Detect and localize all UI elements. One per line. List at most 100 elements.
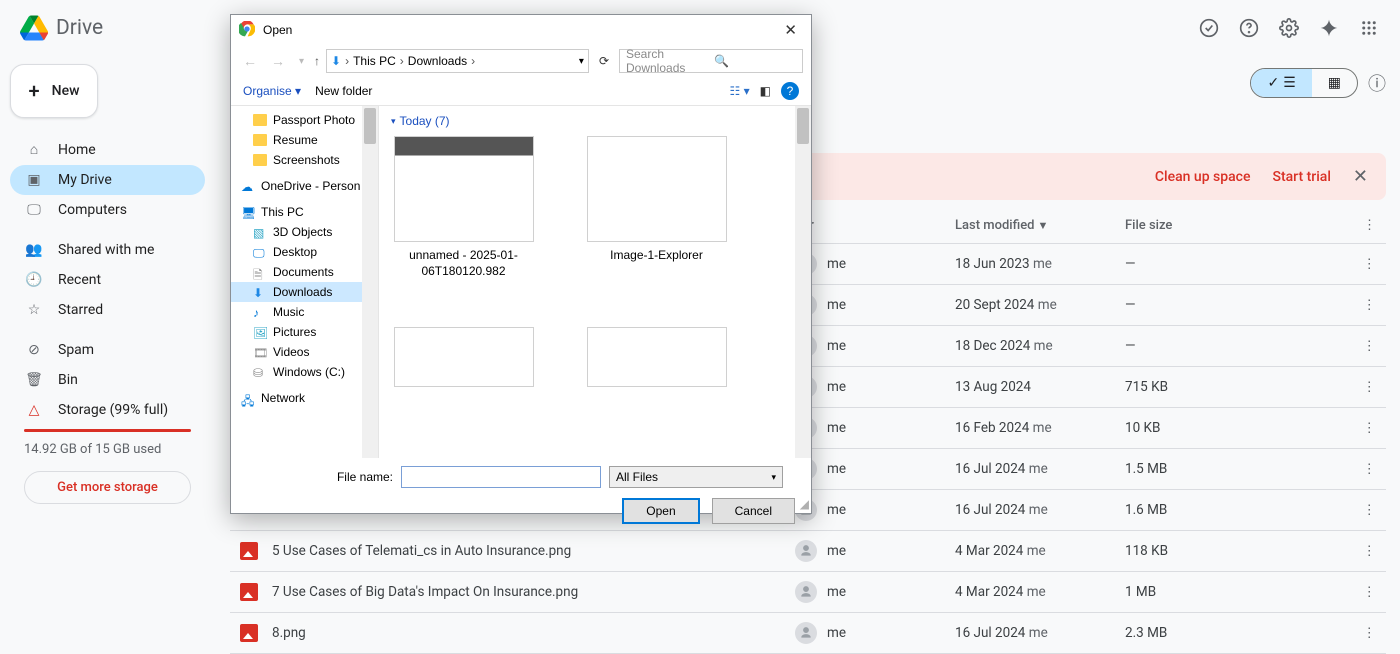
sidebar-item-spam[interactable]: ⊘Spam: [10, 335, 205, 365]
nav-up-button[interactable]: ↑: [314, 54, 320, 68]
tree-folder[interactable]: Screenshots: [231, 150, 378, 170]
tree-documents[interactable]: 🗎Documents: [231, 262, 378, 282]
row-menu-icon[interactable]: ⋮: [1346, 461, 1376, 477]
table-row[interactable]: 7 Use Cases of Big Data's Impact On Insu…: [230, 572, 1386, 613]
group-today[interactable]: ▾Today (7): [391, 114, 799, 128]
file-size: —: [1125, 297, 1346, 313]
tree-videos[interactable]: 🎞Videos: [231, 342, 378, 362]
check-icon: ✓: [1267, 75, 1279, 91]
row-menu-icon[interactable]: ⋮: [1346, 543, 1376, 559]
settings-icon[interactable]: [1278, 17, 1300, 39]
search-input[interactable]: Search Downloads 🔍: [619, 49, 803, 73]
file-thumb[interactable]: unnamed - 2025-01-06T180120.982: [391, 136, 536, 279]
col-modified[interactable]: Last modified▼: [955, 218, 1125, 233]
modified-date: 4 Mar 2024: [955, 543, 1023, 559]
view-toggle: ✓☰ ▦: [1250, 68, 1358, 98]
nav-forward-button[interactable]: →: [267, 53, 289, 69]
address-bar[interactable]: ⬇ › This PC › Downloads › ▾: [326, 49, 589, 73]
file-size: 1.6 MB: [1125, 502, 1346, 518]
owner-name: me: [827, 543, 846, 559]
view-mode-button[interactable]: ☷ ▾: [730, 84, 750, 98]
gemini-icon[interactable]: [1318, 17, 1340, 39]
path-seg-0[interactable]: This PC: [353, 54, 396, 68]
new-folder-button[interactable]: New folder: [315, 84, 372, 98]
col-owner[interactable]: ner: [795, 218, 955, 233]
table-row[interactable]: 5 Use Cases of Telemati_cs in Auto Insur…: [230, 531, 1386, 572]
row-menu-icon[interactable]: ⋮: [1346, 338, 1376, 354]
cleanup-link[interactable]: Clean up space: [1155, 169, 1251, 185]
file-name-input[interactable]: [401, 466, 601, 488]
tree-network[interactable]: 🖧Network: [231, 388, 378, 408]
modified-date: 18 Jun 2023: [955, 256, 1030, 272]
file-name: 5 Use Cases of Telemati_cs in Auto Insur…: [272, 543, 571, 559]
get-more-storage-button[interactable]: Get more storage: [24, 471, 191, 504]
tree-music[interactable]: ♪Music: [231, 302, 378, 322]
image-file-icon: [240, 542, 258, 560]
preview-pane-button[interactable]: ◧: [760, 84, 771, 98]
nav-history-button[interactable]: ▾: [295, 56, 308, 67]
dialog-help-icon[interactable]: ?: [781, 82, 799, 100]
apps-icon[interactable]: [1358, 17, 1380, 39]
row-menu-icon[interactable]: ⋮: [1346, 502, 1376, 518]
col-menu[interactable]: ⋮: [1346, 218, 1376, 233]
people-icon: 👥: [24, 242, 44, 258]
help-icon[interactable]: [1238, 17, 1260, 39]
plus-icon: +: [29, 79, 40, 103]
modified-by: me: [1038, 297, 1057, 313]
path-dropdown-icon[interactable]: ▾: [579, 56, 584, 67]
col-size[interactable]: File size: [1125, 218, 1346, 233]
nav-back-button[interactable]: ←: [239, 53, 261, 69]
offline-ready-icon[interactable]: [1198, 17, 1220, 39]
file-size: 2.3 MB: [1125, 625, 1346, 641]
tree-downloads[interactable]: ⬇Downloads: [231, 282, 378, 302]
tree-pictures[interactable]: 🖼Pictures: [231, 322, 378, 342]
dialog-close-button[interactable]: ✕: [778, 19, 803, 41]
tree-folder[interactable]: Resume: [231, 130, 378, 150]
row-menu-icon[interactable]: ⋮: [1346, 256, 1376, 272]
pictures-icon: 🖼: [253, 326, 267, 338]
refresh-button[interactable]: ⟳: [595, 54, 613, 68]
file-thumb[interactable]: [391, 327, 536, 387]
new-button[interactable]: + New: [10, 64, 98, 118]
organise-menu[interactable]: Organise ▾: [243, 84, 301, 98]
tree-scrollbar[interactable]: [362, 106, 378, 458]
sidebar-item-shared[interactable]: 👥Shared with me: [10, 235, 205, 265]
path-seg-1[interactable]: Downloads: [408, 54, 467, 68]
file-thumb[interactable]: Image-1-Explorer: [584, 136, 729, 279]
sidebar-item-computers[interactable]: 🖵Computers: [10, 195, 205, 225]
row-menu-icon[interactable]: ⋮: [1346, 297, 1376, 313]
file-open-dialog: Open ✕ ← → ▾ ↑ ⬇ › This PC › Downloads ›…: [230, 14, 812, 514]
files-scrollbar[interactable]: [795, 106, 811, 458]
tree-onedrive[interactable]: ☁OneDrive - Person: [231, 176, 378, 196]
tree-thispc[interactable]: 🖥This PC: [231, 202, 378, 222]
cancel-button[interactable]: Cancel: [712, 498, 795, 524]
tree-folder[interactable]: Passport Photo: [231, 110, 378, 130]
file-size: 715 KB: [1125, 379, 1346, 395]
list-view-button[interactable]: ✓☰: [1251, 69, 1311, 97]
tree-desktop[interactable]: 🖵Desktop: [231, 242, 378, 262]
open-button[interactable]: Open: [622, 498, 699, 524]
owner-name: me: [827, 584, 846, 600]
info-icon[interactable]: ⓘ: [1368, 70, 1386, 96]
file-type-combo[interactable]: All Files▾: [609, 466, 783, 488]
drive-logo[interactable]: Drive: [20, 14, 103, 42]
file-thumb[interactable]: [584, 327, 729, 387]
owner-avatar: [795, 622, 817, 644]
sidebar-item-bin[interactable]: 🗑Bin: [10, 365, 205, 395]
tree-3dobjects[interactable]: ▧3D Objects: [231, 222, 378, 242]
resize-grip[interactable]: ◢: [800, 497, 809, 511]
sidebar-item-storage[interactable]: △Storage (99% full): [10, 395, 205, 425]
row-menu-icon[interactable]: ⋮: [1346, 379, 1376, 395]
tree-windows-c[interactable]: ⛁Windows (C:): [231, 362, 378, 382]
sidebar-item-recent[interactable]: 🕘Recent: [10, 265, 205, 295]
sidebar-item-my-drive[interactable]: ▣My Drive: [10, 165, 205, 195]
row-menu-icon[interactable]: ⋮: [1346, 625, 1376, 641]
clock-icon: 🕘: [24, 272, 44, 288]
row-menu-icon[interactable]: ⋮: [1346, 420, 1376, 436]
sidebar-item-starred[interactable]: ☆Starred: [10, 295, 205, 325]
start-trial-link[interactable]: Start trial: [1272, 169, 1330, 185]
sidebar-item-home[interactable]: ⌂Home: [10, 134, 205, 165]
banner-close-icon[interactable]: ✕: [1353, 166, 1368, 187]
row-menu-icon[interactable]: ⋮: [1346, 584, 1376, 600]
grid-view-button[interactable]: ▦: [1312, 69, 1357, 97]
